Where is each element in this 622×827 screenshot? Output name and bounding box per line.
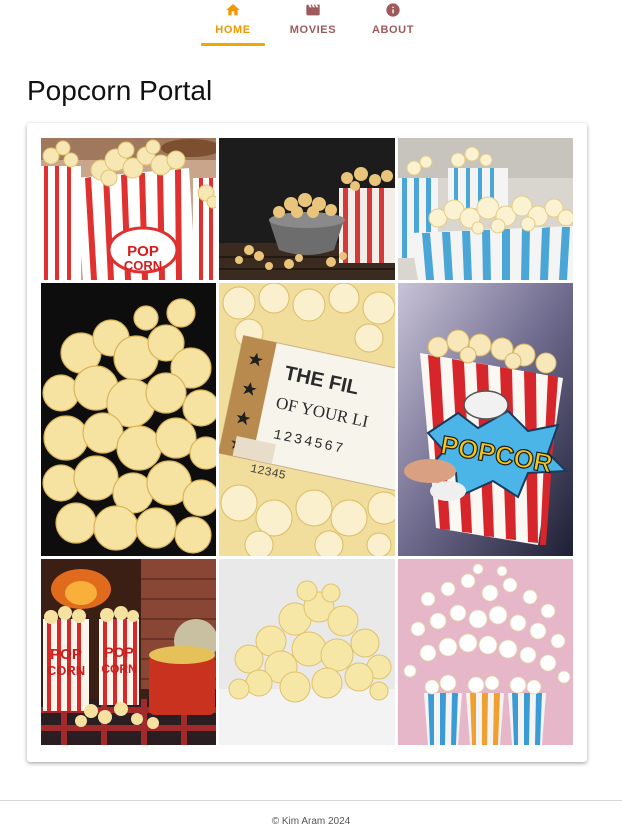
info-icon	[384, 1, 402, 19]
image-grid: POP CORN THE FIL OF YOUR LI 1234567 1234…	[41, 138, 573, 745]
nav-tabs: HOME MOVIES ABOUT	[193, 0, 433, 48]
tile7-text4: CORN	[101, 662, 136, 676]
tab-home-label: HOME	[215, 24, 251, 36]
gallery-image[interactable]	[219, 559, 395, 745]
tab-movies-label: MOVIES	[289, 24, 337, 36]
tile1-text2: CORN	[124, 258, 162, 273]
gallery-image[interactable]	[398, 559, 573, 745]
gallery-image[interactable]: POPCOR	[398, 283, 573, 556]
gallery-image[interactable]	[41, 283, 216, 556]
gallery-card: POP CORN THE FIL OF YOUR LI 1234567 1234…	[27, 123, 587, 762]
footer-copyright: © Kim Aram 2024	[271, 816, 351, 827]
tile7-text2: CORN	[47, 663, 85, 678]
page-title: Popcorn Portal	[27, 75, 213, 106]
gallery-image[interactable]	[219, 138, 395, 280]
tab-about-label: ABOUT	[371, 24, 415, 36]
gallery-image[interactable]: THE FIL OF YOUR LI 1234567 12345	[219, 283, 395, 556]
tab-home[interactable]: HOME	[193, 0, 273, 48]
home-icon	[224, 1, 242, 19]
tile7-text3: POP	[104, 644, 134, 660]
tile7-text: POP	[50, 646, 82, 663]
top-nav: HOME MOVIES ABOUT	[0, 0, 622, 48]
footer-divider	[0, 800, 622, 801]
tab-movies[interactable]: MOVIES	[273, 0, 353, 48]
gallery-image[interactable]: POP CORN POP CORN	[41, 559, 216, 745]
gallery-image[interactable]: POP CORN	[41, 138, 216, 280]
gallery-image[interactable]	[398, 138, 573, 280]
tab-about[interactable]: ABOUT	[353, 0, 433, 48]
movie-icon	[304, 1, 322, 19]
